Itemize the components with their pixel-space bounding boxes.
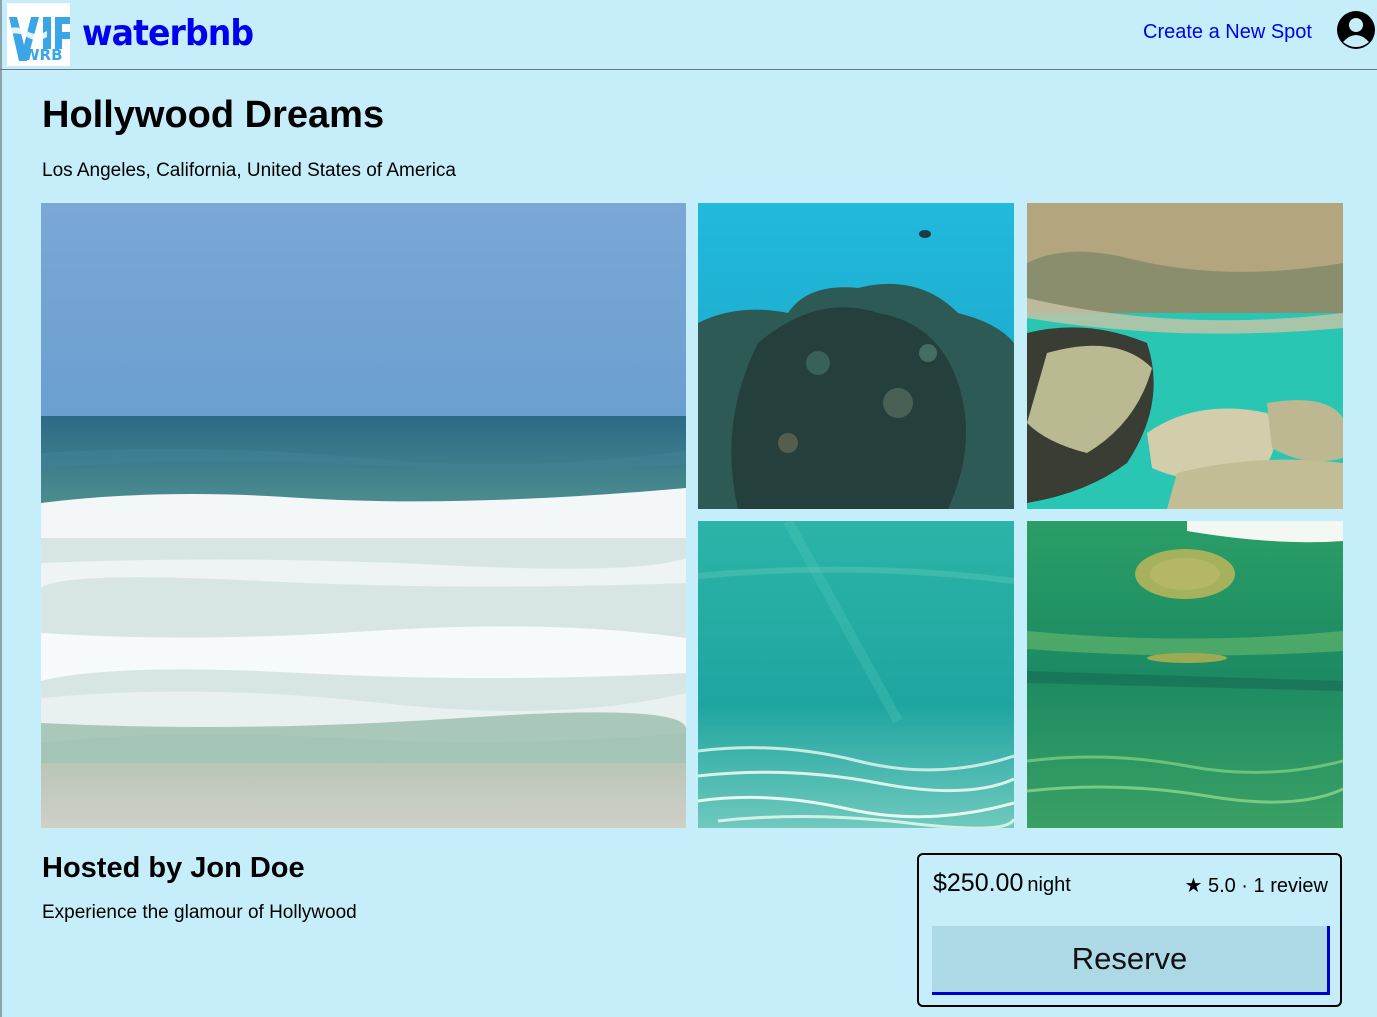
gallery-photo-3[interactable] <box>1027 203 1343 509</box>
green-underwater-image <box>1027 521 1343 828</box>
gallery-photo-5[interactable] <box>1027 521 1343 828</box>
create-new-spot-link[interactable]: Create a New Spot <box>1143 21 1312 44</box>
price-display: $250.00 night <box>933 869 1071 898</box>
profile-button[interactable] <box>1336 10 1376 50</box>
waterbnb-logo-icon: WRB <box>7 3 70 66</box>
turquoise-water-image <box>698 521 1014 828</box>
gallery-photo-2[interactable] <box>698 203 1014 509</box>
reserve-button[interactable]: Reserve <box>932 926 1330 995</box>
brand-name[interactable]: waterbnb <box>82 13 254 54</box>
spot-location: Los Angeles, California, United States o… <box>42 160 457 181</box>
page-edge <box>0 0 2 1017</box>
svg-text:WRB: WRB <box>23 46 63 64</box>
coral-reef-image <box>698 203 1014 509</box>
price-unit: night <box>1027 874 1071 896</box>
main-photo[interactable] <box>41 203 686 828</box>
underwater-rocks-image <box>1027 203 1343 509</box>
spot-description: Experience the glamour of Hollywood <box>42 902 357 923</box>
ocean-waves-image <box>41 203 686 828</box>
top-nav: WRB waterbnb Create a New Spot <box>0 0 1377 70</box>
booking-card: $250.00 night ★ 5.0 · 1 review Reserve <box>917 853 1342 1007</box>
logo[interactable]: WRB <box>7 3 70 66</box>
rating-summary: ★ 5.0 · 1 review <box>1184 875 1328 897</box>
price-value: $250.00 <box>933 869 1024 897</box>
user-circle-icon <box>1337 11 1375 49</box>
host-heading: Hosted by Jon Doe <box>42 852 305 884</box>
gallery-photo-4[interactable] <box>698 521 1014 828</box>
spot-title: Hollywood Dreams <box>42 94 385 136</box>
